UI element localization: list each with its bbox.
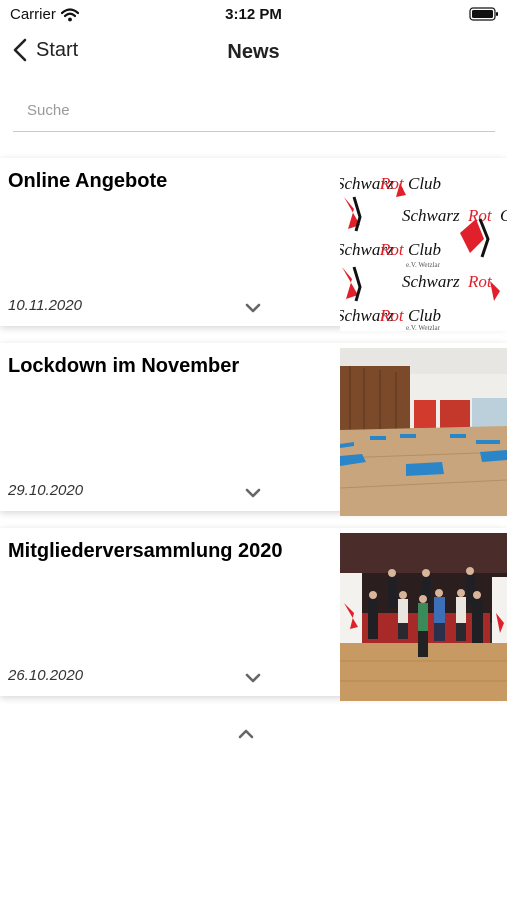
search-bar: [13, 90, 495, 132]
svg-text:Rot: Rot: [379, 306, 405, 325]
svg-text:Club: Club: [500, 206, 507, 225]
news-card[interactable]: Online Angebote 10.11.2020 Schwarz Rot C…: [0, 158, 507, 331]
news-card[interactable]: Lockdown im November 29.10.2020: [0, 343, 507, 516]
chevron-down-icon[interactable]: [244, 487, 262, 499]
svg-text:Club: Club: [408, 174, 441, 193]
svg-text:Schwarz: Schwarz: [402, 272, 460, 291]
svg-text:Schwarz: Schwarz: [402, 206, 460, 225]
battery-icon: [469, 7, 498, 21]
clock: 3:12 PM: [225, 6, 282, 23]
news-image-gym-hall: [340, 348, 507, 516]
news-date: 26.10.2020: [8, 667, 84, 684]
search-input[interactable]: [13, 90, 495, 130]
news-image-logo-pattern: Schwarz Rot Club Schwarz Rot Club Schwar…: [340, 163, 507, 331]
svg-text:Club: Club: [408, 240, 441, 259]
chevron-down-icon[interactable]: [244, 672, 262, 684]
news-list: Online Angebote 10.11.2020 Schwarz Rot C…: [0, 158, 507, 713]
chevron-up-icon[interactable]: [237, 728, 255, 740]
nav-bar: Start News: [0, 28, 507, 78]
news-date: 29.10.2020: [8, 482, 84, 499]
svg-text:e.V. Wetzlar: e.V. Wetzlar: [406, 261, 441, 269]
news-image-group-photo: [340, 533, 507, 701]
svg-text:Rot: Rot: [379, 240, 405, 259]
chevron-down-icon[interactable]: [244, 302, 262, 314]
news-title: Mitgliederversammlung 2020: [8, 540, 283, 562]
svg-text:Rot: Rot: [467, 272, 493, 291]
news-card[interactable]: Mitgliederversammlung 2020 26.10.2020: [0, 528, 507, 701]
page-title: News: [227, 41, 280, 63]
status-bar: Carrier 3:12 PM: [0, 0, 507, 28]
news-date: 10.11.2020: [8, 297, 82, 314]
svg-text:Club: Club: [408, 306, 441, 325]
news-title: Online Angebote: [8, 170, 168, 192]
news-title: Lockdown im November: [8, 355, 240, 377]
svg-text:e.V. Wetzlar: e.V. Wetzlar: [406, 324, 441, 331]
